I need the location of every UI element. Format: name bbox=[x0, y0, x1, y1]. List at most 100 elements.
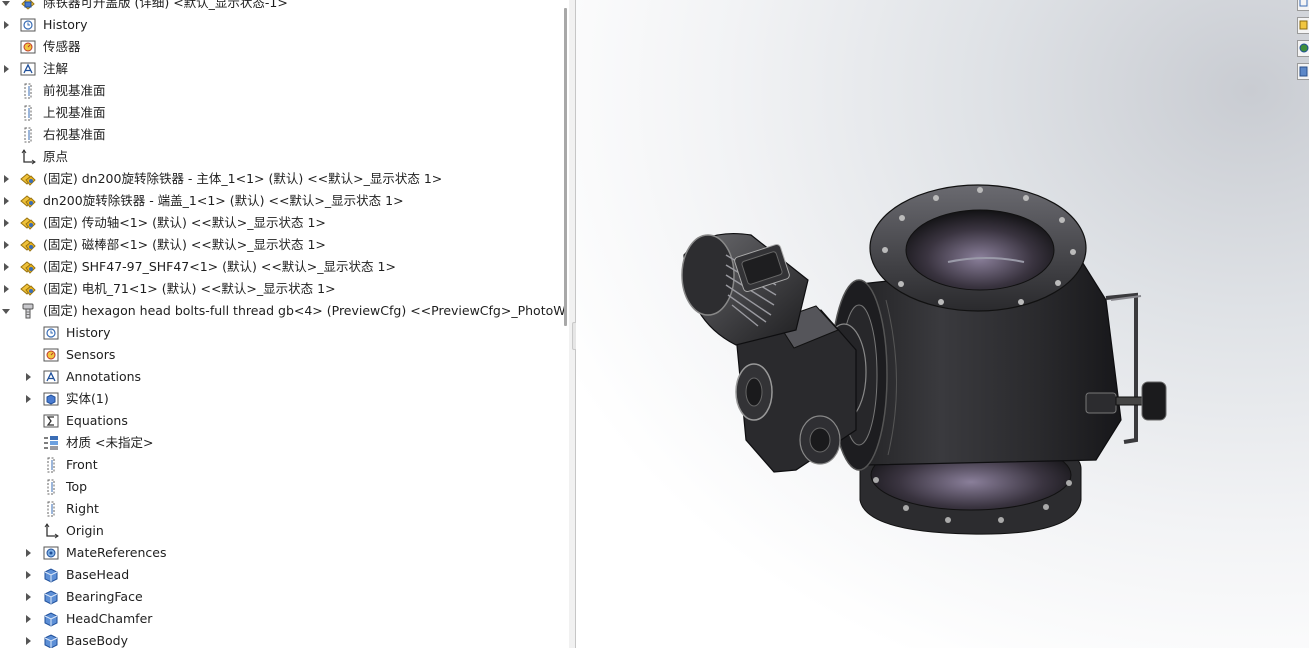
expand-arrow-icon[interactable] bbox=[23, 564, 33, 586]
material-icon bbox=[42, 434, 60, 452]
feature-manager-tree[interactable]: 除铁器可升盖版 (详细) <默认_显示状态-1> History 传感器注解前视基准… bbox=[0, 0, 566, 648]
appearance-icon[interactable] bbox=[1297, 40, 1309, 57]
view-toolbar[interactable] bbox=[1296, 0, 1309, 90]
collapse-arrow-icon[interactable] bbox=[1, 0, 11, 14]
tree-item-label: (固定) hexagon head bolts-full thread gb<4… bbox=[43, 303, 566, 318]
expand-arrow-icon[interactable] bbox=[23, 388, 33, 410]
tree-item[interactable]: 前视基准面 bbox=[0, 80, 566, 102]
rotary-valve-model[interactable] bbox=[576, 0, 1309, 648]
tree-item-label: Annotations bbox=[66, 369, 142, 384]
tree-item-label: HeadChamfer bbox=[66, 611, 153, 626]
tree-item[interactable]: Equations bbox=[0, 410, 566, 432]
plane-icon bbox=[19, 126, 37, 144]
display-style-icon[interactable] bbox=[1297, 17, 1309, 34]
collapse-arrow-icon[interactable] bbox=[1, 300, 11, 322]
subassembly-icon bbox=[19, 280, 37, 298]
tree-item-label: 原点 bbox=[43, 149, 69, 164]
tree-item[interactable]: (固定) dn200旋转除铁器 - 主体_1<1> (默认) <<默认>_显示状… bbox=[0, 168, 566, 190]
tree-item[interactable]: Front bbox=[0, 454, 566, 476]
tree-item[interactable]: HeadChamfer bbox=[0, 608, 566, 630]
expand-arrow-icon[interactable] bbox=[1, 278, 11, 300]
tree-item[interactable]: 材质 <未指定> bbox=[0, 432, 566, 454]
tree-item[interactable]: 传感器 bbox=[0, 36, 566, 58]
tree-item-label: Equations bbox=[66, 413, 128, 428]
tree-item-label: 实体(1) bbox=[66, 391, 109, 406]
expand-arrow-icon[interactable] bbox=[23, 608, 33, 630]
tree-item[interactable]: 右视基准面 bbox=[0, 124, 566, 146]
tree-item-label: MateReferences bbox=[66, 545, 167, 560]
tree-item-label: 注解 bbox=[43, 61, 69, 76]
tree-item-label: Origin bbox=[66, 523, 104, 538]
tree-item[interactable]: Right bbox=[0, 498, 566, 520]
motor bbox=[681, 232, 809, 346]
tree-item[interactable]: dn200旋转除铁器 - 端盖_1<1> (默认) <<默认>_显示状态 1> bbox=[0, 190, 566, 212]
expand-arrow-icon[interactable] bbox=[23, 366, 33, 388]
tree-item-label: Front bbox=[66, 457, 98, 472]
equations-icon bbox=[42, 412, 60, 430]
tree-item[interactable]: (固定) 传动轴<1> (默认) <<默认>_显示状态 1> bbox=[0, 212, 566, 234]
expand-arrow-icon[interactable] bbox=[1, 234, 11, 256]
tree-item[interactable]: Annotations bbox=[0, 366, 566, 388]
tree-item[interactable]: BaseBody bbox=[0, 630, 566, 648]
subassembly-icon bbox=[19, 192, 37, 210]
view-orientation-icon[interactable] bbox=[1297, 0, 1309, 11]
tree-item[interactable]: 上视基准面 bbox=[0, 102, 566, 124]
tree-item[interactable]: 原点 bbox=[0, 146, 566, 168]
tree-item-label: Sensors bbox=[66, 347, 116, 362]
top-flange bbox=[869, 184, 1087, 312]
tree-item[interactable]: History bbox=[0, 14, 566, 36]
feature-extrude-icon bbox=[42, 632, 60, 648]
tree-item[interactable]: Origin bbox=[0, 520, 566, 542]
tree-item-label: dn200旋转除铁器 - 端盖_1<1> (默认) <<默认>_显示状态 1> bbox=[43, 193, 404, 208]
expand-arrow-icon[interactable] bbox=[1, 168, 11, 190]
tree-item[interactable]: 除铁器可升盖版 (详细) <默认_显示状态-1> bbox=[0, 0, 566, 14]
tree-item-label: 右视基准面 bbox=[43, 127, 106, 142]
tree-item-label: 前视基准面 bbox=[43, 83, 106, 98]
tree-item[interactable]: BearingFace bbox=[0, 586, 566, 608]
feature-extrude-icon bbox=[42, 566, 60, 584]
tree-item-label: Top bbox=[66, 479, 88, 494]
expand-arrow-icon[interactable] bbox=[23, 630, 33, 648]
tree-item[interactable]: (固定) 磁棒部<1> (默认) <<默认>_显示状态 1> bbox=[0, 234, 566, 256]
expand-arrow-icon[interactable] bbox=[1, 58, 11, 80]
expand-arrow-icon[interactable] bbox=[1, 190, 11, 212]
tree-item-label: (固定) 传动轴<1> (默认) <<默认>_显示状态 1> bbox=[43, 215, 326, 230]
subassembly-icon bbox=[19, 236, 37, 254]
plane-icon bbox=[42, 456, 60, 474]
plane-icon bbox=[42, 478, 60, 496]
tree-item[interactable]: (固定) SHF47-97_SHF47<1> (默认) <<默认>_显示状态 1… bbox=[0, 256, 566, 278]
origin-icon bbox=[42, 522, 60, 540]
plane-icon bbox=[42, 500, 60, 518]
tree-item[interactable]: 实体(1) bbox=[0, 388, 566, 410]
plane-icon bbox=[19, 82, 37, 100]
tree-item[interactable]: 注解 bbox=[0, 58, 566, 80]
expand-arrow-icon[interactable] bbox=[23, 542, 33, 564]
tree-item[interactable]: MateReferences bbox=[0, 542, 566, 564]
subassembly-icon bbox=[19, 170, 37, 188]
tree-item[interactable]: Top bbox=[0, 476, 566, 498]
tree-item[interactable]: (固定) hexagon head bolts-full thread gb<4… bbox=[0, 300, 566, 322]
tree-item[interactable]: Sensors bbox=[0, 344, 566, 366]
plane-icon bbox=[19, 104, 37, 122]
scene-icon[interactable] bbox=[1297, 63, 1309, 80]
tree-item[interactable]: History bbox=[0, 322, 566, 344]
tree-scrollbar[interactable] bbox=[564, 8, 567, 326]
annotations-icon bbox=[19, 60, 37, 78]
expand-arrow-icon[interactable] bbox=[1, 256, 11, 278]
history-icon bbox=[42, 324, 60, 342]
history-icon bbox=[19, 16, 37, 34]
feature-extrude-icon bbox=[42, 588, 60, 606]
tree-item[interactable]: (固定) 电机_71<1> (默认) <<默认>_显示状态 1> bbox=[0, 278, 566, 300]
graphics-area[interactable] bbox=[576, 0, 1309, 648]
expand-arrow-icon[interactable] bbox=[1, 212, 11, 234]
tree-item-label: BearingFace bbox=[66, 589, 143, 604]
tree-item[interactable]: BaseHead bbox=[0, 564, 566, 586]
tree-item-label: Right bbox=[66, 501, 99, 516]
solid-bodies-icon bbox=[42, 390, 60, 408]
tree-item-label: History bbox=[43, 17, 88, 32]
origin-icon bbox=[19, 148, 37, 166]
mate-references-icon bbox=[42, 544, 60, 562]
expand-arrow-icon[interactable] bbox=[23, 586, 33, 608]
sensors-icon bbox=[42, 346, 60, 364]
expand-arrow-icon[interactable] bbox=[1, 14, 11, 36]
